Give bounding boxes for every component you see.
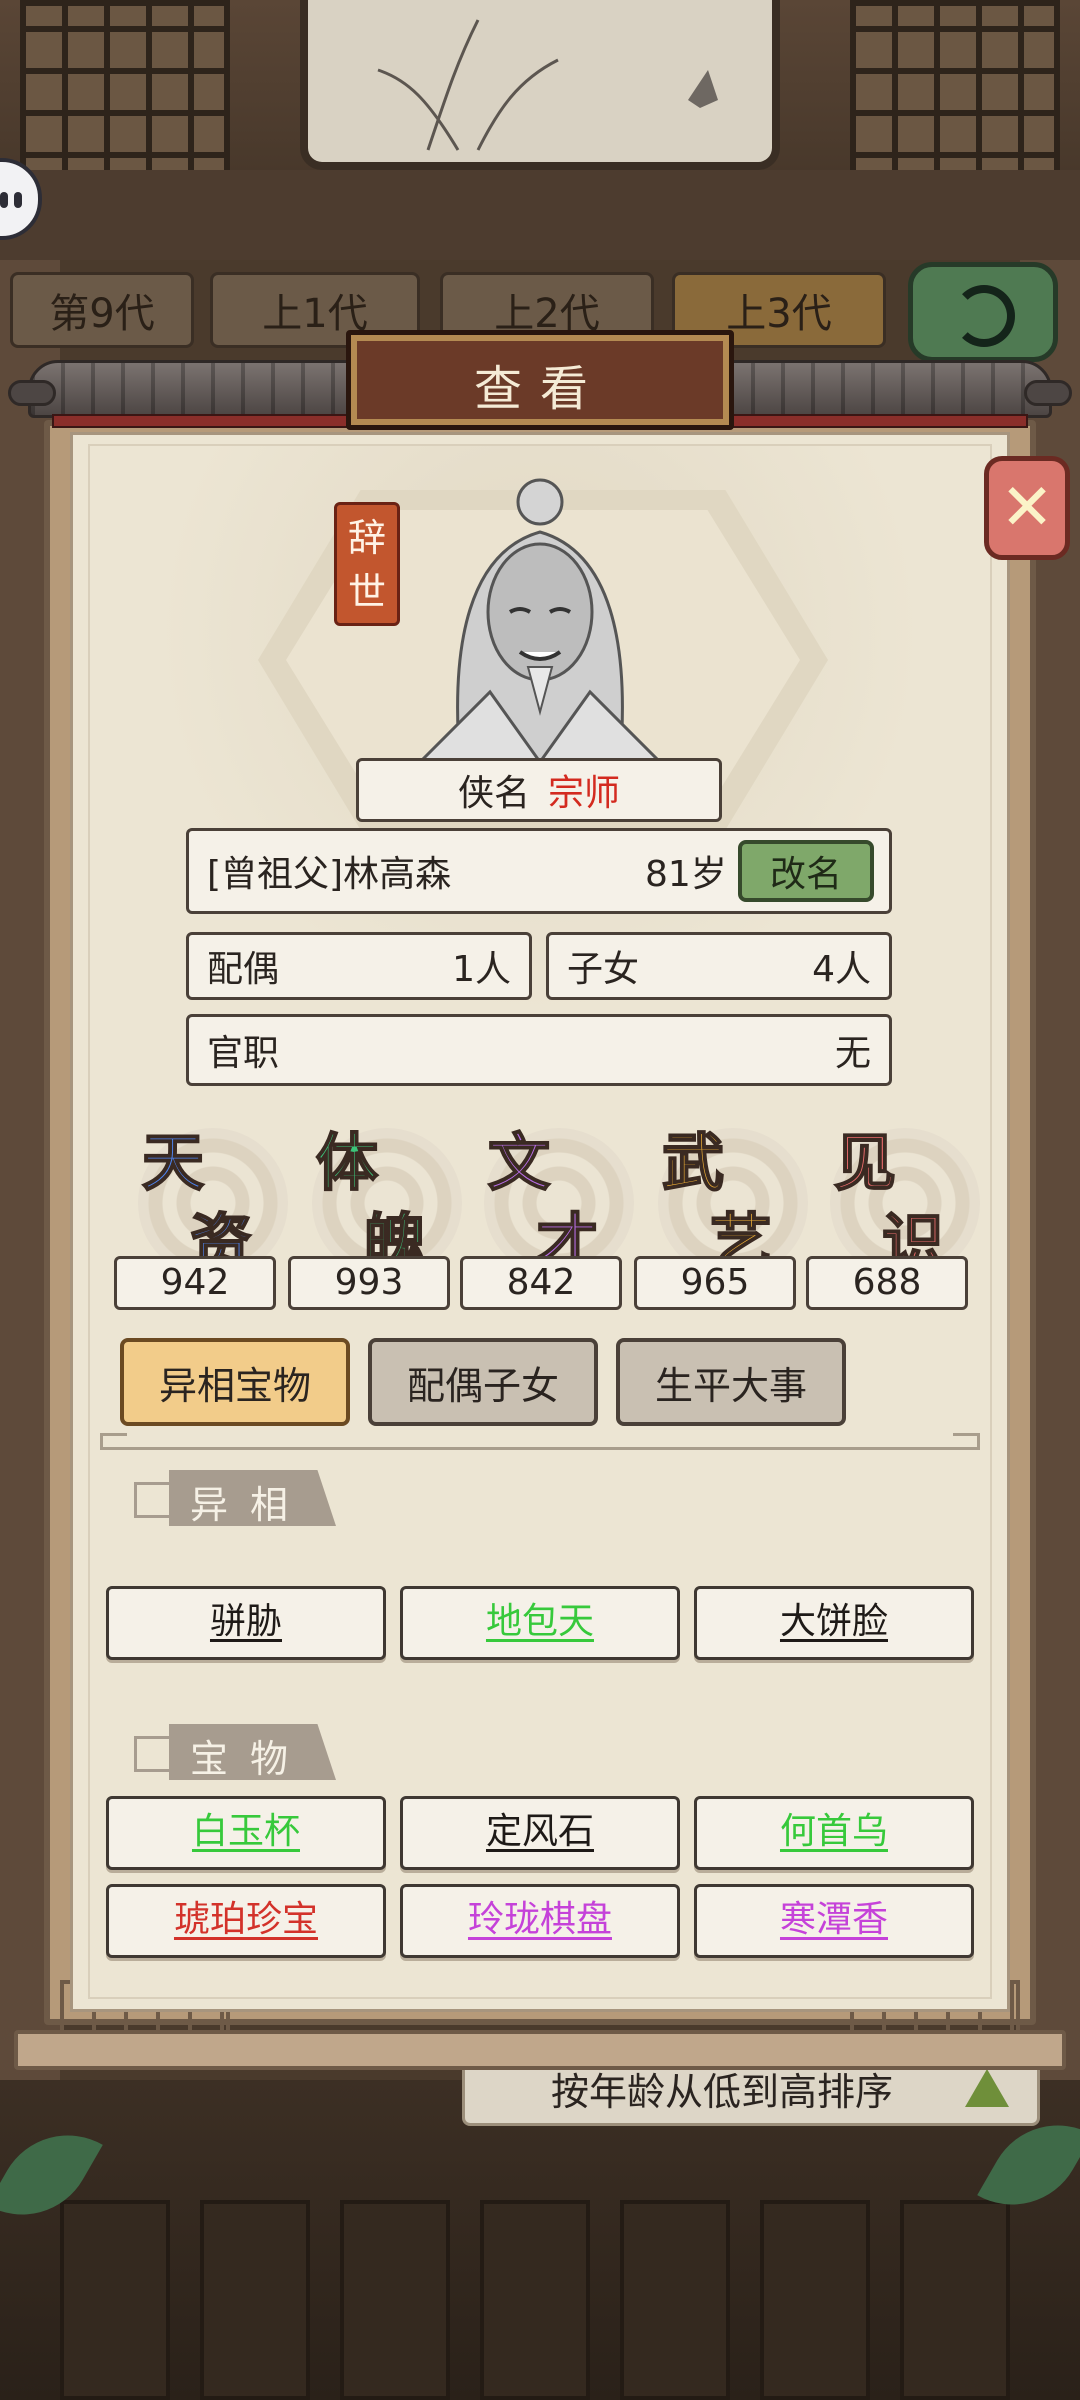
modal-title: 查看 bbox=[473, 361, 606, 417]
return-arrow-icon bbox=[953, 285, 1015, 347]
stat-char-1: 武 bbox=[661, 1125, 725, 1200]
spouse-label: 配偶 bbox=[207, 949, 280, 990]
trait-item[interactable]: 地包天 bbox=[400, 1586, 680, 1660]
nickname-value: 宗师 bbox=[548, 773, 621, 814]
close-icon: ✕ bbox=[1000, 471, 1054, 545]
age-value: 81岁 bbox=[645, 854, 727, 895]
stat-char-1: 见 bbox=[833, 1125, 897, 1200]
treasure-item[interactable]: 琥珀珍宝 bbox=[106, 1884, 386, 1958]
office-value: 无 bbox=[834, 1033, 871, 1074]
close-button[interactable]: ✕ bbox=[984, 456, 1070, 560]
spouse-count: 1人 bbox=[452, 949, 511, 990]
trait-item[interactable]: 大饼脸 bbox=[694, 1586, 974, 1660]
stat-value: 688 bbox=[806, 1256, 968, 1310]
treasures-header: 宝物 bbox=[104, 1724, 336, 1780]
deceased-seal-text: 辞世 bbox=[347, 516, 386, 614]
stat-value: 965 bbox=[634, 1256, 796, 1310]
sort-triangle-icon bbox=[965, 2069, 1009, 2107]
traits-header-label: 异相 bbox=[190, 1483, 311, 1527]
spouse-field: 配偶 1人 bbox=[186, 932, 532, 1000]
trait-item[interactable]: 骈胁 bbox=[106, 1586, 386, 1660]
section-divider bbox=[100, 1433, 980, 1450]
character-portrait bbox=[417, 478, 663, 762]
stat-value: 993 bbox=[288, 1256, 450, 1310]
nickname-label: 侠名 bbox=[457, 773, 530, 814]
stat-char-1: 体 bbox=[315, 1125, 379, 1200]
traits-header: 异相 bbox=[104, 1470, 336, 1526]
treasure-item[interactable]: 寒潭香 bbox=[694, 1884, 974, 1958]
office-label: 官职 bbox=[207, 1033, 280, 1074]
background-floor bbox=[0, 2080, 1080, 2400]
ink-painting bbox=[300, 0, 780, 170]
tab-life-events[interactable]: 生平大事 bbox=[616, 1338, 846, 1426]
modal-title-plaque: 查看 bbox=[346, 330, 734, 430]
stat-value: 842 bbox=[460, 1256, 622, 1310]
treasure-item[interactable]: 何首乌 bbox=[694, 1796, 974, 1870]
children-count: 4人 bbox=[812, 949, 871, 990]
treasures-header-label: 宝物 bbox=[190, 1737, 311, 1781]
office-field: 官职 无 bbox=[186, 1014, 892, 1086]
children-field: 子女 4人 bbox=[546, 932, 892, 1000]
stat-char-1: 天 bbox=[141, 1125, 205, 1200]
treasure-item[interactable]: 白玉杯 bbox=[106, 1796, 386, 1870]
tab-traits-treasures[interactable]: 异相宝物 bbox=[120, 1338, 350, 1426]
relation-name: [曾祖父]林高森 bbox=[207, 854, 452, 895]
deceased-seal: 辞世 bbox=[334, 502, 400, 626]
modal-frame-base bbox=[14, 2030, 1066, 2070]
rename-button[interactable]: 改名 bbox=[738, 840, 874, 902]
treasure-item[interactable]: 定风石 bbox=[400, 1796, 680, 1870]
treasure-item[interactable]: 玲珑棋盘 bbox=[400, 1884, 680, 1958]
children-label: 子女 bbox=[567, 949, 640, 990]
nickname-field: 侠名 宗师 bbox=[356, 758, 722, 822]
stat-char-1: 文 bbox=[487, 1125, 551, 1200]
generation-tab-9[interactable]: 第9代 bbox=[10, 272, 194, 348]
tab-spouse-children[interactable]: 配偶子女 bbox=[368, 1338, 598, 1426]
background-roof bbox=[0, 170, 1080, 260]
stat-value: 942 bbox=[114, 1256, 276, 1310]
